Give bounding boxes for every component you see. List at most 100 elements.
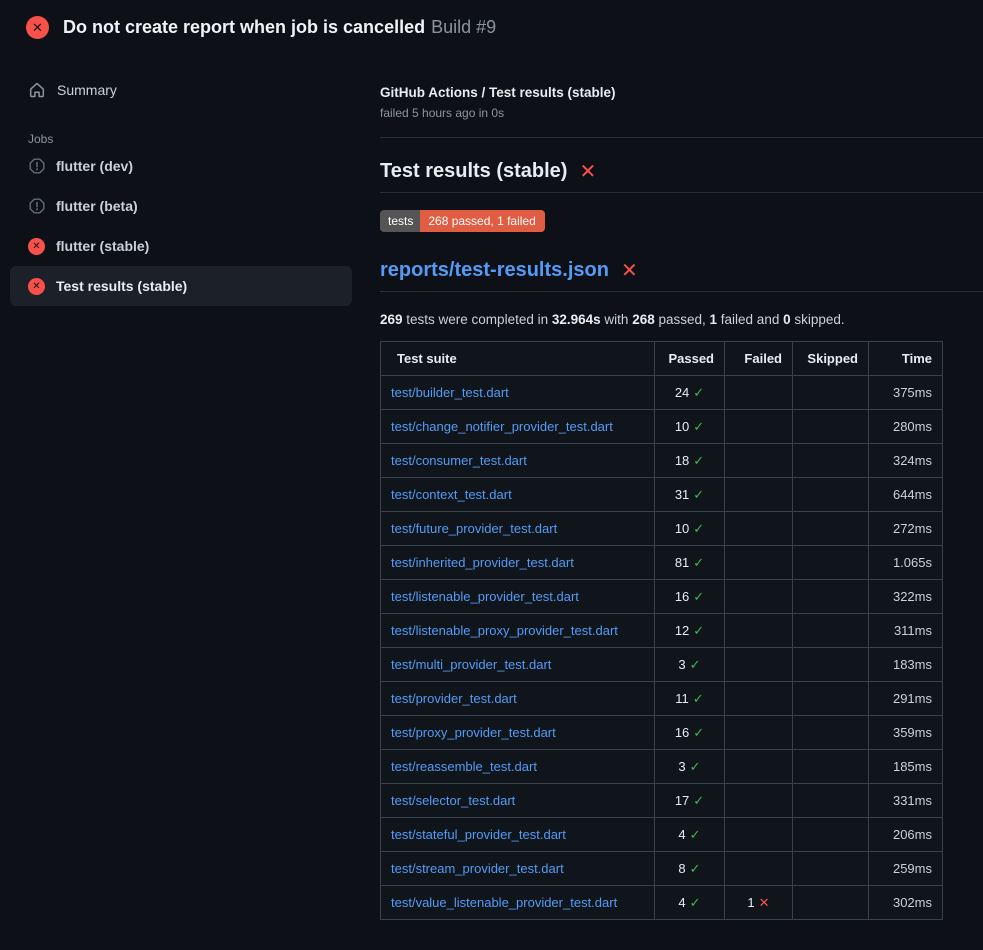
- test-suite-link[interactable]: test/stream_provider_test.dart: [391, 861, 564, 876]
- test-suite-link[interactable]: test/change_notifier_provider_test.dart: [391, 419, 613, 434]
- passed-cell: 3✓: [655, 750, 725, 784]
- test-suite-link[interactable]: test/stateful_provider_test.dart: [391, 827, 566, 842]
- table-row: test/proxy_provider_test.dart16✓359ms: [381, 716, 943, 750]
- suite-cell: test/listenable_proxy_provider_test.dart: [381, 614, 655, 648]
- jobs-section-label: Jobs: [0, 132, 380, 146]
- passed-cell: 10✓: [655, 410, 725, 444]
- job-label: flutter (dev): [56, 158, 133, 174]
- time-cell: 183ms: [869, 648, 943, 682]
- build-title-line: Do not create report when job is cancell…: [63, 17, 496, 38]
- time-cell: 311ms: [869, 614, 943, 648]
- skipped-cell: [793, 580, 869, 614]
- check-icon: ✓: [690, 657, 701, 672]
- check-icon: ✓: [693, 793, 704, 808]
- suite-cell: test/listenable_provider_test.dart: [381, 580, 655, 614]
- failed-x-icon: ✕: [579, 162, 596, 182]
- check-icon: ✓: [690, 895, 701, 910]
- passed-cell: 3✓: [655, 648, 725, 682]
- passed-cell: 4✓: [655, 818, 725, 852]
- failed-cell: [725, 852, 793, 886]
- table-row: test/inherited_provider_test.dart 81✓ 1.06…: [381, 546, 943, 580]
- table-row: test/listenable_provider_test.dart16✓322…: [381, 580, 943, 614]
- check-icon: ✓: [693, 725, 704, 740]
- table-row: test/selector_test.dart17✓331ms: [381, 784, 943, 818]
- passed-cell: 10✓: [655, 512, 725, 546]
- job-label: Test results (stable): [56, 278, 187, 294]
- failed-cell: [725, 410, 793, 444]
- time-cell: 259ms: [869, 852, 943, 886]
- check-icon: ✓: [693, 521, 704, 536]
- failed-count: 1: [710, 312, 718, 327]
- passed-cell: 8✓: [655, 852, 725, 886]
- skipped-cell: [793, 682, 869, 716]
- table-row: test/stream_provider_test.dart 8✓ 259ms: [381, 852, 943, 886]
- passed-cell: 31✓: [655, 478, 725, 512]
- passed-cell: 81✓: [655, 546, 725, 580]
- table-row: test/listenable_proxy_provider_test.dart…: [381, 614, 943, 648]
- passed-cell: 18✓: [655, 444, 725, 478]
- test-suite-link[interactable]: test/value_listenable_provider_test.dart: [391, 895, 617, 910]
- time-cell: 1.065s: [869, 546, 943, 580]
- table-row: test/consumer_test.dart18✓324ms: [381, 444, 943, 478]
- failed-cell: [725, 682, 793, 716]
- table-row: test/reassemble_test.dart 3✓ 185ms: [381, 750, 943, 784]
- suite-cell: test/selector_test.dart: [381, 784, 655, 818]
- tests-status-badge: tests 268 passed, 1 failed: [380, 210, 545, 232]
- check-icon: ✓: [690, 827, 701, 842]
- failed-cell: [725, 376, 793, 410]
- build-title: Do not create report when job is cancell…: [63, 17, 425, 37]
- test-suite-link[interactable]: test/context_test.dart: [391, 487, 512, 502]
- badge-label: tests: [380, 210, 420, 232]
- col-header-time: Time: [869, 342, 943, 376]
- skipped-cell: [793, 648, 869, 682]
- col-header-test-suite: Test suite: [381, 342, 655, 376]
- time-cell: 272ms: [869, 512, 943, 546]
- col-header-passed: Passed: [655, 342, 725, 376]
- failed-cell: [725, 614, 793, 648]
- job-label: flutter (stable): [56, 238, 149, 254]
- test-suite-link[interactable]: test/multi_provider_test.dart: [391, 657, 551, 672]
- main-content: GitHub Actions / Test results (stable) f…: [380, 53, 983, 920]
- sidebar-item-test-results-stable[interactable]: ✕ Test results (stable): [10, 266, 352, 306]
- skipped-cell: [793, 716, 869, 750]
- test-suite-link[interactable]: test/selector_test.dart: [391, 793, 515, 808]
- skipped-cell: [793, 784, 869, 818]
- cancelled-icon: [28, 198, 45, 215]
- report-file-link[interactable]: reports/test-results.json: [380, 259, 609, 281]
- suite-cell: test/provider_test.dart: [381, 682, 655, 716]
- test-suite-link[interactable]: test/future_provider_test.dart: [391, 521, 557, 536]
- passed-cell: 16✓: [655, 716, 725, 750]
- section-title: Test results (stable): [380, 160, 567, 183]
- sidebar-item-flutter-stable[interactable]: ✕ flutter (stable): [10, 226, 352, 266]
- passed-cell: 24✓: [655, 376, 725, 410]
- table-row: test/change_notifier_provider_test.dart 1…: [381, 410, 943, 444]
- time-cell: 185ms: [869, 750, 943, 784]
- test-suite-link[interactable]: test/proxy_provider_test.dart: [391, 725, 556, 740]
- test-suite-link[interactable]: test/reassemble_test.dart: [391, 759, 537, 774]
- failed-status-icon: ✕: [26, 16, 49, 39]
- suite-cell: test/consumer_test.dart: [381, 444, 655, 478]
- suite-cell: test/value_listenable_provider_test.dart: [381, 886, 655, 920]
- skipped-cell: [793, 410, 869, 444]
- divider: [380, 137, 983, 138]
- test-suite-link[interactable]: test/listenable_proxy_provider_test.dart: [391, 623, 618, 638]
- time-cell: 375ms: [869, 376, 943, 410]
- skipped-cell: [793, 750, 869, 784]
- table-row: test/provider_test.dart11✓291ms: [381, 682, 943, 716]
- test-suite-link[interactable]: test/inherited_provider_test.dart: [391, 555, 574, 570]
- test-suite-link[interactable]: test/consumer_test.dart: [391, 453, 527, 468]
- failed-status-icon: ✕: [28, 278, 45, 295]
- table-row: test/value_listenable_provider_test.dart…: [381, 886, 943, 920]
- sidebar-item-flutter-beta[interactable]: flutter (beta): [10, 186, 352, 226]
- failed-cell: [725, 784, 793, 818]
- test-suite-link[interactable]: test/listenable_provider_test.dart: [391, 589, 579, 604]
- test-suite-link[interactable]: test/builder_test.dart: [391, 385, 509, 400]
- suite-cell: test/stream_provider_test.dart: [381, 852, 655, 886]
- failed-status-icon: ✕: [28, 238, 45, 255]
- test-suite-link[interactable]: test/provider_test.dart: [391, 691, 517, 706]
- sidebar-item-flutter-dev[interactable]: flutter (dev): [10, 146, 352, 186]
- check-icon: ✓: [690, 759, 701, 774]
- sidebar-item-summary[interactable]: Summary: [0, 73, 380, 106]
- skipped-cell: [793, 546, 869, 580]
- home-icon: [28, 81, 45, 98]
